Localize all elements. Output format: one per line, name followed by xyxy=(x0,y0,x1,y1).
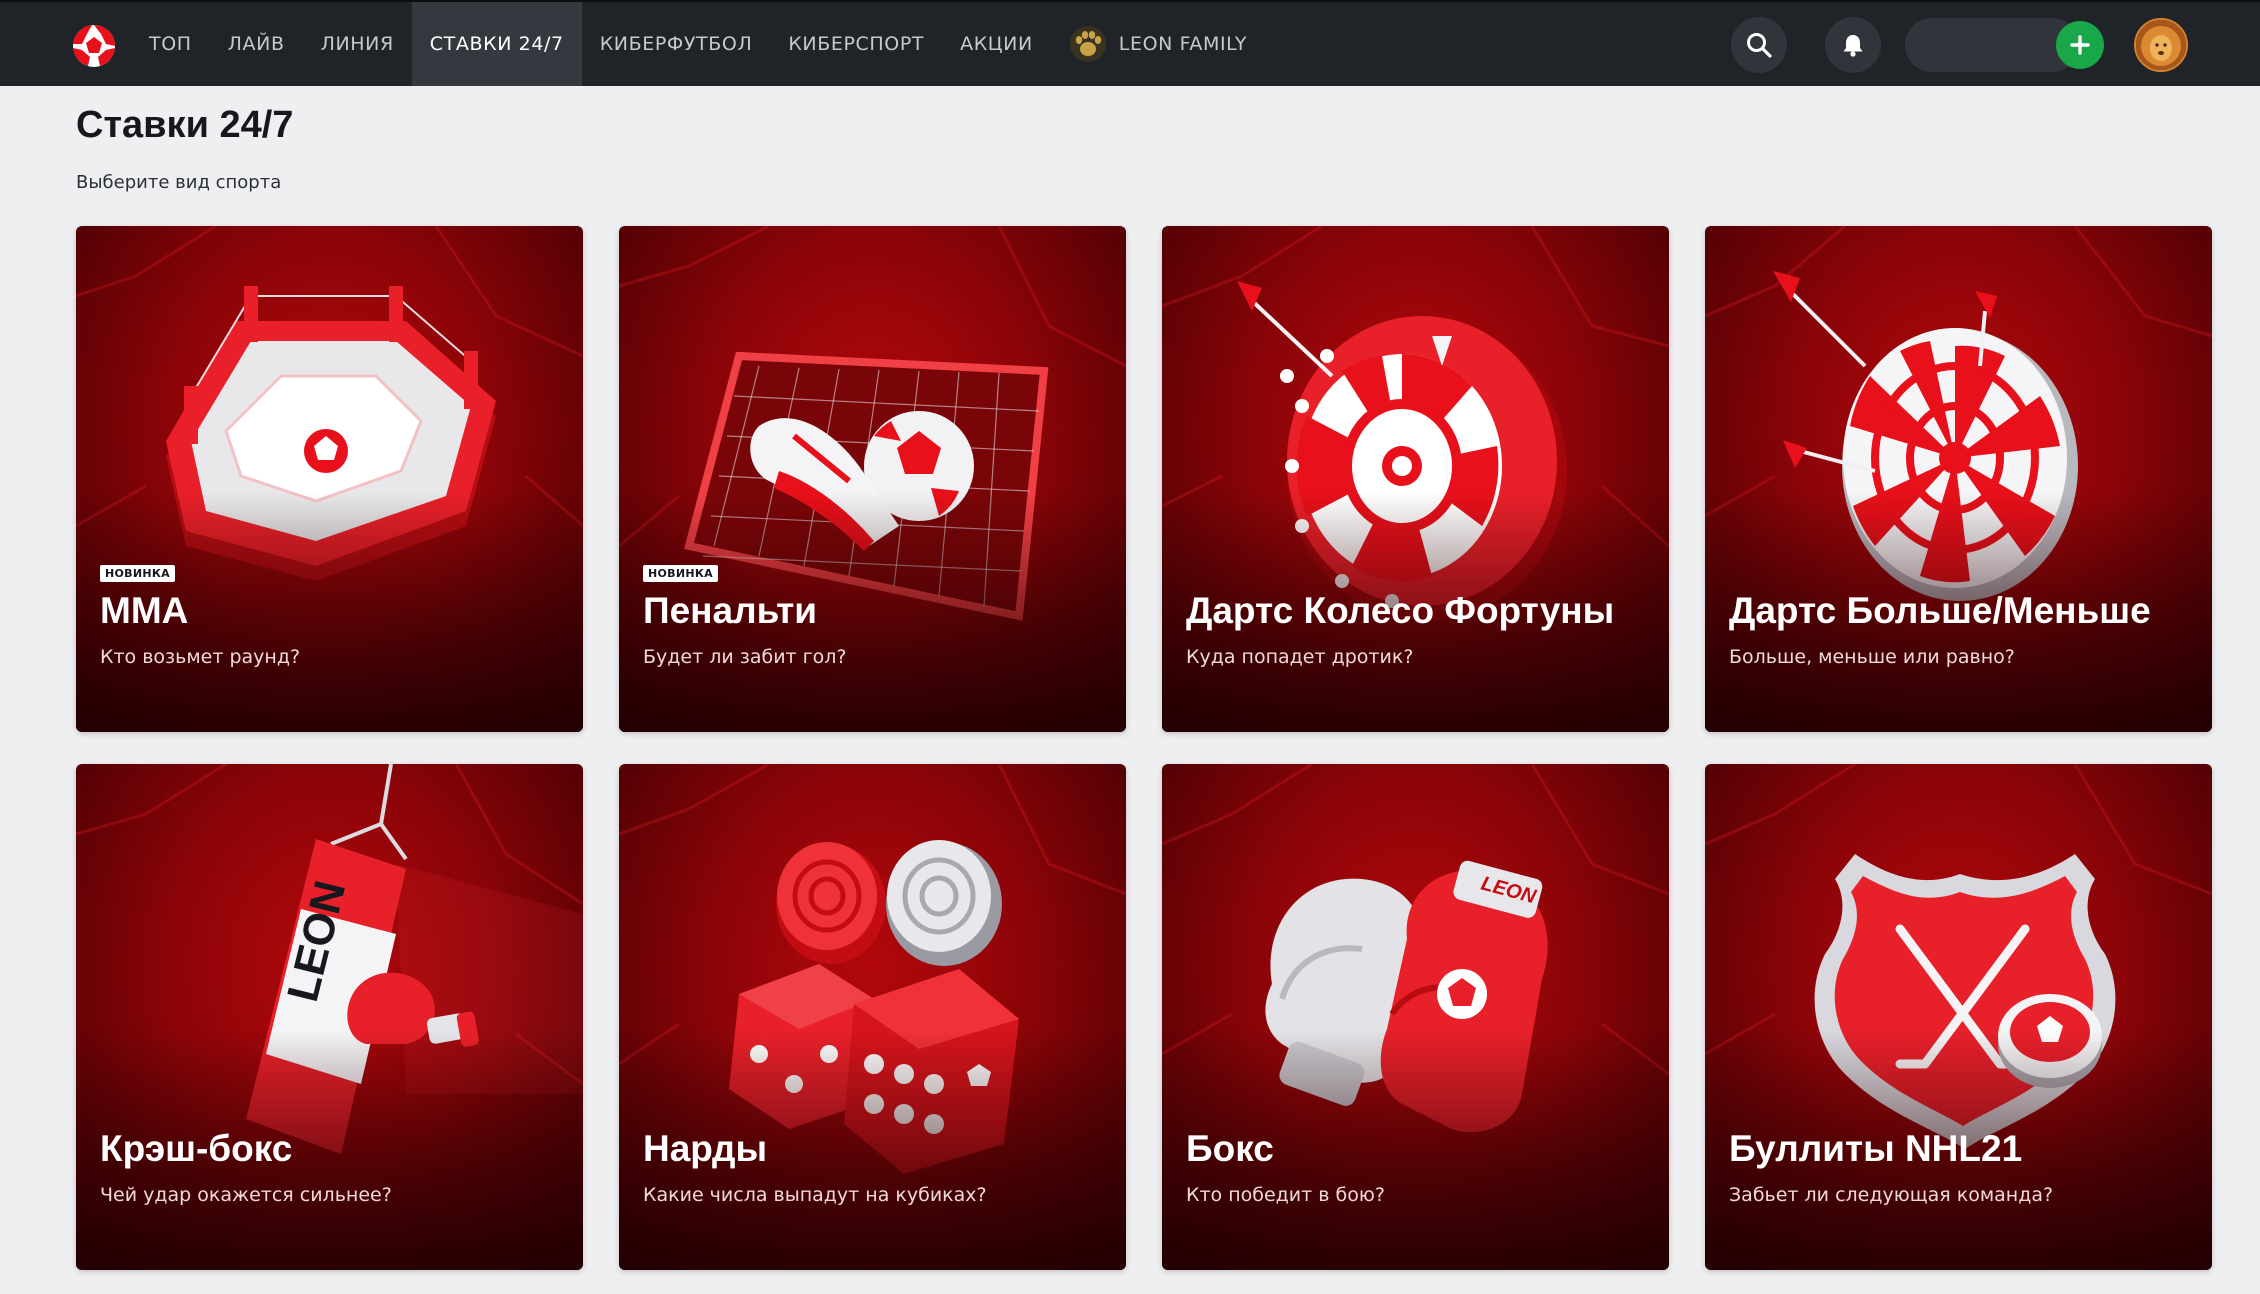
card-title: Нарды xyxy=(643,1128,768,1169)
card-subtitle: Забьет ли следующая команда? xyxy=(1729,1184,2054,1206)
game-card-darts-over-under[interactable]: Дартс Больше/Меньше Больше, меньше или р… xyxy=(1705,226,2212,732)
card-title: Дартс Больше/Меньше xyxy=(1729,590,2151,631)
card-subtitle: Кто возьмет раунд? xyxy=(100,646,301,668)
games-grid: НОВИНКА MMA Кто возьмет раунд? НОВИНКА П… xyxy=(76,226,2212,1270)
nav-label: СТАВКИ 24/7 xyxy=(429,33,564,55)
card-subtitle: Больше, меньше или равно? xyxy=(1729,646,2015,668)
top-navigation-bar: ТОП ЛАЙВ ЛИНИЯ СТАВКИ 24/7 КИБЕРФУТБОЛ К… xyxy=(0,0,2260,86)
game-card-darts-wheel[interactable]: Дартс Колесо Фортуны Куда попадет дротик… xyxy=(1162,226,1669,732)
game-card-penalty[interactable]: НОВИНКА Пенальти Будет ли забит гол? xyxy=(619,226,1126,732)
card-title: Пенальти xyxy=(643,590,817,631)
card-subtitle: Будет ли забит гол? xyxy=(643,646,847,668)
bell-icon xyxy=(1843,35,1863,57)
avatar[interactable] xyxy=(2134,18,2188,72)
search-button[interactable] xyxy=(1731,17,1787,73)
card-title: MMA xyxy=(100,590,189,631)
balance-field[interactable] xyxy=(1905,18,2079,72)
card-subtitle: Какие числа выпадут на кубиках? xyxy=(643,1184,987,1206)
new-badge: НОВИНКА xyxy=(100,565,175,582)
lion-avatar-icon xyxy=(2136,20,2186,70)
nav-item-bets-24-7[interactable]: СТАВКИ 24/7 xyxy=(411,2,582,86)
nav-item-top[interactable]: ТОП xyxy=(131,2,210,86)
nav-label: АКЦИИ xyxy=(960,33,1033,55)
nav-item-promotions[interactable]: АКЦИИ xyxy=(942,2,1051,86)
nav-label: ЛАЙВ xyxy=(227,33,285,55)
card-subtitle: Кто победит в бою? xyxy=(1186,1184,1385,1206)
card-subtitle: Куда попадет дротик? xyxy=(1186,646,1414,668)
game-card-nhl21-shootout[interactable]: Буллиты NHL21 Забьет ли следующая команд… xyxy=(1705,764,2212,1270)
logo-icon[interactable] xyxy=(70,22,118,70)
card-title: Крэш-бокс xyxy=(100,1128,293,1169)
nav-label: ТОП xyxy=(149,33,192,55)
nav-item-live[interactable]: ЛАЙВ xyxy=(210,2,303,86)
deposit-button[interactable] xyxy=(2056,21,2104,69)
game-card-mma[interactable]: НОВИНКА MMA Кто возьмет раунд? xyxy=(76,226,583,732)
page-subtitle: Выберите вид спорта xyxy=(76,172,282,193)
card-title: Бокс xyxy=(1186,1128,1274,1169)
nav-item-cybersport[interactable]: КИБЕРСПОРТ xyxy=(770,2,942,86)
nav-item-cyberfootball[interactable]: КИБЕРФУТБОЛ xyxy=(582,2,771,86)
game-card-boxing[interactable]: LEON Бокс Кто победит в бою? xyxy=(1162,764,1669,1270)
card-title: Дартс Колесо Фортуны xyxy=(1186,590,1615,631)
search-icon xyxy=(1747,33,1772,58)
plus-icon xyxy=(2070,35,2090,55)
nav-item-leon-family[interactable]: LEON FAMILY xyxy=(1051,2,1265,86)
game-card-crash-box[interactable]: LEON Крэш-бокс Чей удар окажется сильнее… xyxy=(76,764,583,1270)
nav-label: ЛИНИЯ xyxy=(320,33,394,55)
card-subtitle: Чей удар окажется сильнее? xyxy=(100,1184,392,1206)
nav-item-line[interactable]: ЛИНИЯ xyxy=(303,2,412,86)
nav-label: КИБЕРФУТБОЛ xyxy=(599,33,753,55)
nav-label: LEON FAMILY xyxy=(1118,33,1248,55)
main-nav: ТОП ЛАЙВ ЛИНИЯ СТАВКИ 24/7 КИБЕРФУТБОЛ К… xyxy=(131,2,1265,86)
paw-icon xyxy=(1069,26,1106,62)
card-title: Буллиты NHL21 xyxy=(1729,1128,2023,1169)
notifications-button[interactable] xyxy=(1825,17,1881,73)
new-badge: НОВИНКА xyxy=(643,565,718,582)
page-title: Ставки 24/7 xyxy=(76,104,294,146)
game-card-backgammon[interactable]: Нарды Какие числа выпадут на кубиках? xyxy=(619,764,1126,1270)
nav-label: КИБЕРСПОРТ xyxy=(788,33,925,55)
